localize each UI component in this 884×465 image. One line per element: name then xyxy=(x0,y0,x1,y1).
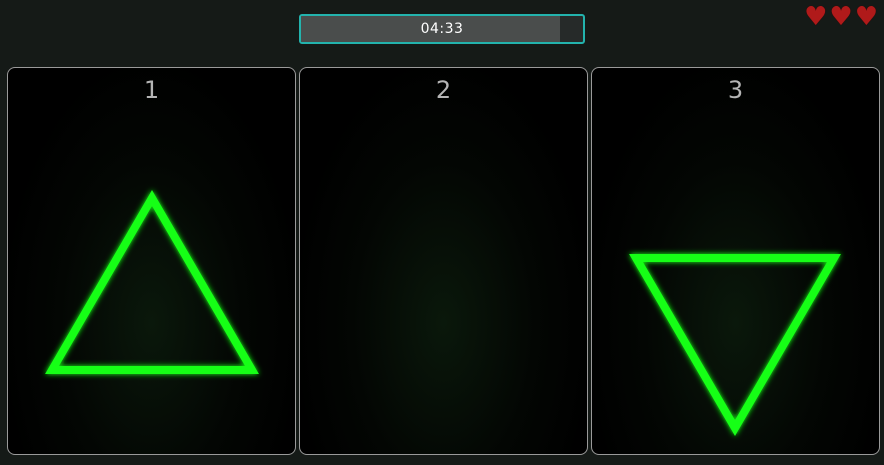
card-2[interactable]: 2 xyxy=(299,67,588,455)
card-row: 1 2 3 xyxy=(7,67,880,455)
timer-bar: 04:33 xyxy=(299,14,585,44)
triangle-down-icon xyxy=(629,254,841,436)
vertical-line-icon xyxy=(439,190,447,438)
timer-text: 04:33 xyxy=(420,21,464,37)
card-1[interactable]: 1 xyxy=(7,67,296,455)
heart-icon: ♥ xyxy=(804,2,828,32)
triangle-up-icon xyxy=(45,190,259,374)
lives-indicator: ♥ ♥ ♥ xyxy=(804,4,878,30)
card-3[interactable]: 3 xyxy=(591,67,880,455)
heart-icon: ♥ xyxy=(829,2,853,32)
heart-icon: ♥ xyxy=(854,2,878,32)
